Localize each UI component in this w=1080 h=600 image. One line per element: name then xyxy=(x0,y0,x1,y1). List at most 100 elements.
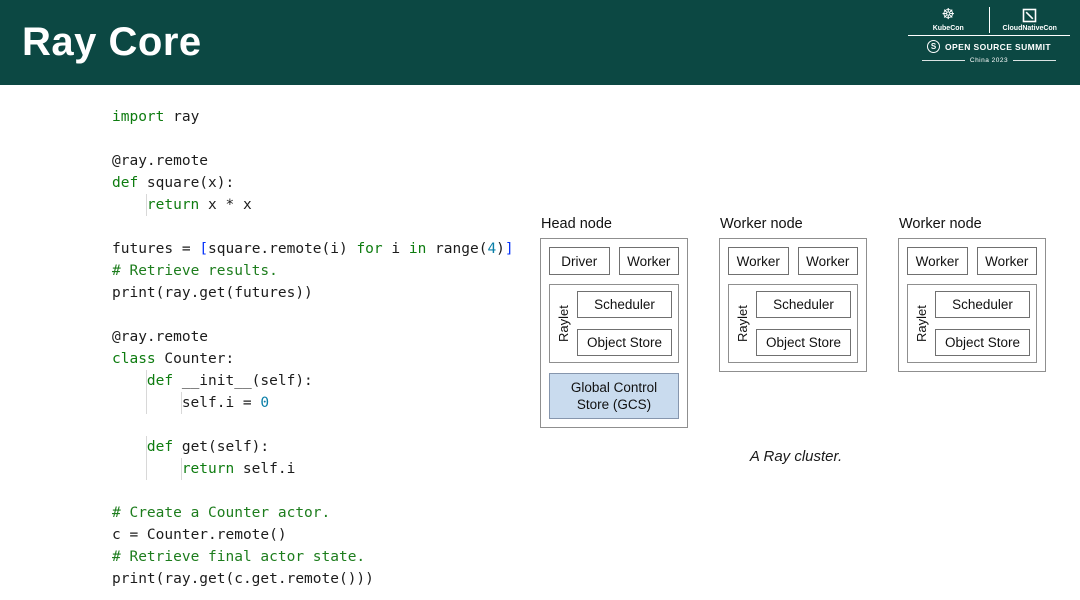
code-token: return xyxy=(147,197,199,213)
code-token: class xyxy=(112,351,156,367)
indent-guide xyxy=(147,458,182,480)
code-token: ) xyxy=(496,241,505,257)
code-line: return self.i xyxy=(112,458,514,480)
kubecon-logo: ☸ KubeCon xyxy=(908,5,989,35)
code-token: return xyxy=(182,461,234,477)
code-token: __init__(self): xyxy=(173,373,313,389)
code-line xyxy=(112,216,514,238)
code-line: # Create a Counter actor. xyxy=(112,502,514,524)
year-line-right xyxy=(1013,60,1056,61)
process-row: Driver Worker xyxy=(549,247,679,275)
year-line-left xyxy=(922,60,965,61)
process-box: Worker xyxy=(798,247,859,275)
year-label: China 2023 xyxy=(970,57,1008,64)
code-line: def square(x): xyxy=(112,172,514,194)
code-line: self.i = 0 xyxy=(112,392,514,414)
process-box: Scheduler xyxy=(577,291,672,318)
indent-guide xyxy=(112,436,147,458)
code-line xyxy=(112,414,514,436)
raylet-group: Raylet Scheduler Object Store xyxy=(907,284,1037,363)
code-token: get(self): xyxy=(173,439,269,455)
code-token: import xyxy=(112,109,164,125)
indent-guide xyxy=(112,370,147,392)
process-box: Scheduler xyxy=(756,291,851,318)
code-token: square.remote(i) xyxy=(208,241,356,257)
raylet-label: Raylet xyxy=(735,291,750,356)
process-row: Worker Worker xyxy=(907,247,1037,275)
code-line: def get(self): xyxy=(112,436,514,458)
raylet-group: Raylet Scheduler Object Store xyxy=(549,284,679,363)
raylet-label: Raylet xyxy=(914,291,929,356)
summit-year: China 2023 xyxy=(908,55,1070,64)
conference-logos: ☸ KubeCon CloudNativeCon S OPEN SOUR xyxy=(908,5,1070,64)
header: Ray Core ☸ KubeCon CloudNativeCon xyxy=(0,0,1080,85)
node-box: Worker Worker Raylet Scheduler Object Store xyxy=(719,238,867,372)
indent-guide xyxy=(112,392,147,414)
ray-cluster-diagram: Head nodeDriverWorkerRayletSchedulerObje… xyxy=(540,216,1052,465)
process-box: Worker xyxy=(728,247,789,275)
code-line: print(ray.get(futures)) xyxy=(112,282,514,304)
node-box: DriverWorkerRayletSchedulerObject StoreG… xyxy=(540,238,688,428)
raylet-group: Raylet Scheduler Object Store xyxy=(728,284,858,363)
indent-guide xyxy=(112,458,147,480)
code-line: @ray.remote xyxy=(112,150,514,172)
code-token: square(x): xyxy=(138,175,234,191)
summit-s-icon: S xyxy=(927,40,940,53)
code-token: range( xyxy=(426,241,487,257)
node-title: Worker node xyxy=(899,216,1046,232)
code-token: ] xyxy=(505,241,514,257)
cluster-node: Head nodeDriverWorkerRayletSchedulerObje… xyxy=(540,216,688,428)
code-line: @ray.remote xyxy=(112,326,514,348)
raylet-stack: Scheduler Object Store xyxy=(935,291,1030,356)
code-line: return x * x xyxy=(112,194,514,216)
kubecon-wheel-icon: ☸ xyxy=(942,7,955,23)
process-box: Driver xyxy=(549,247,610,275)
indent-guide xyxy=(112,194,147,216)
code-token: def xyxy=(112,175,138,191)
process-box: Worker xyxy=(619,247,680,275)
code-token: def xyxy=(147,373,173,389)
nodes-row: Head nodeDriverWorkerRayletSchedulerObje… xyxy=(540,216,1052,428)
code-token: 4 xyxy=(487,241,496,257)
code-line xyxy=(112,304,514,326)
process-row: Worker Worker xyxy=(728,247,858,275)
code-token: print(ray.get(futures)) xyxy=(112,285,313,301)
summit-label: OPEN SOURCE SUMMIT xyxy=(945,42,1051,52)
raylet-label: Raylet xyxy=(556,291,571,356)
raylet-stack: Scheduler Object Store xyxy=(577,291,672,356)
diagram-caption: A Ray cluster. xyxy=(540,448,1052,465)
logo-row: ☸ KubeCon CloudNativeCon xyxy=(908,5,1070,35)
cluster-node: Worker node Worker Worker Raylet Scheduler Ob… xyxy=(898,216,1046,372)
process-box: Scheduler xyxy=(935,291,1030,318)
code-token: ray xyxy=(164,109,199,125)
code-token: i xyxy=(383,241,409,257)
slide: Ray Core ☸ KubeCon CloudNativeCon xyxy=(0,0,1080,600)
code-line: print(ray.get(c.get.remote())) xyxy=(112,568,514,590)
code-token: @ray.remote xyxy=(112,153,208,169)
code-token: [ xyxy=(199,241,208,257)
page-title: Ray Core xyxy=(22,0,202,85)
process-box: Worker xyxy=(907,247,968,275)
cloudnativecon-logo: CloudNativeCon xyxy=(990,5,1071,35)
process-box: Object Store xyxy=(935,329,1030,356)
code-block: import ray@ray.remotedef square(x):retur… xyxy=(112,106,514,590)
code-line: # Retrieve results. xyxy=(112,260,514,282)
code-token: self.i xyxy=(234,461,295,477)
code-line: import ray xyxy=(112,106,514,128)
process-box: Worker xyxy=(977,247,1038,275)
cloudnativecon-label: CloudNativeCon xyxy=(1003,25,1057,32)
code-token: # Retrieve results. xyxy=(112,263,278,279)
process-box: Object Store xyxy=(577,329,672,356)
cluster-node: Worker nodeWorkerWorkerRayletSchedulerOb… xyxy=(719,216,867,372)
code-line: c = Counter.remote() xyxy=(112,524,514,546)
code-token: Counter: xyxy=(156,351,235,367)
code-token: in xyxy=(409,241,426,257)
code-token: 0 xyxy=(260,395,269,411)
open-source-summit-logo: S OPEN SOURCE SUMMIT xyxy=(908,35,1070,55)
code-token: futures = xyxy=(112,241,199,257)
process-box: Object Store xyxy=(756,329,851,356)
code-token: x * x xyxy=(199,197,251,213)
code-token: print(ray.get(c.get.remote())) xyxy=(112,571,374,587)
code-token: @ray.remote xyxy=(112,329,208,345)
cloudnativecon-icon xyxy=(1022,7,1037,23)
